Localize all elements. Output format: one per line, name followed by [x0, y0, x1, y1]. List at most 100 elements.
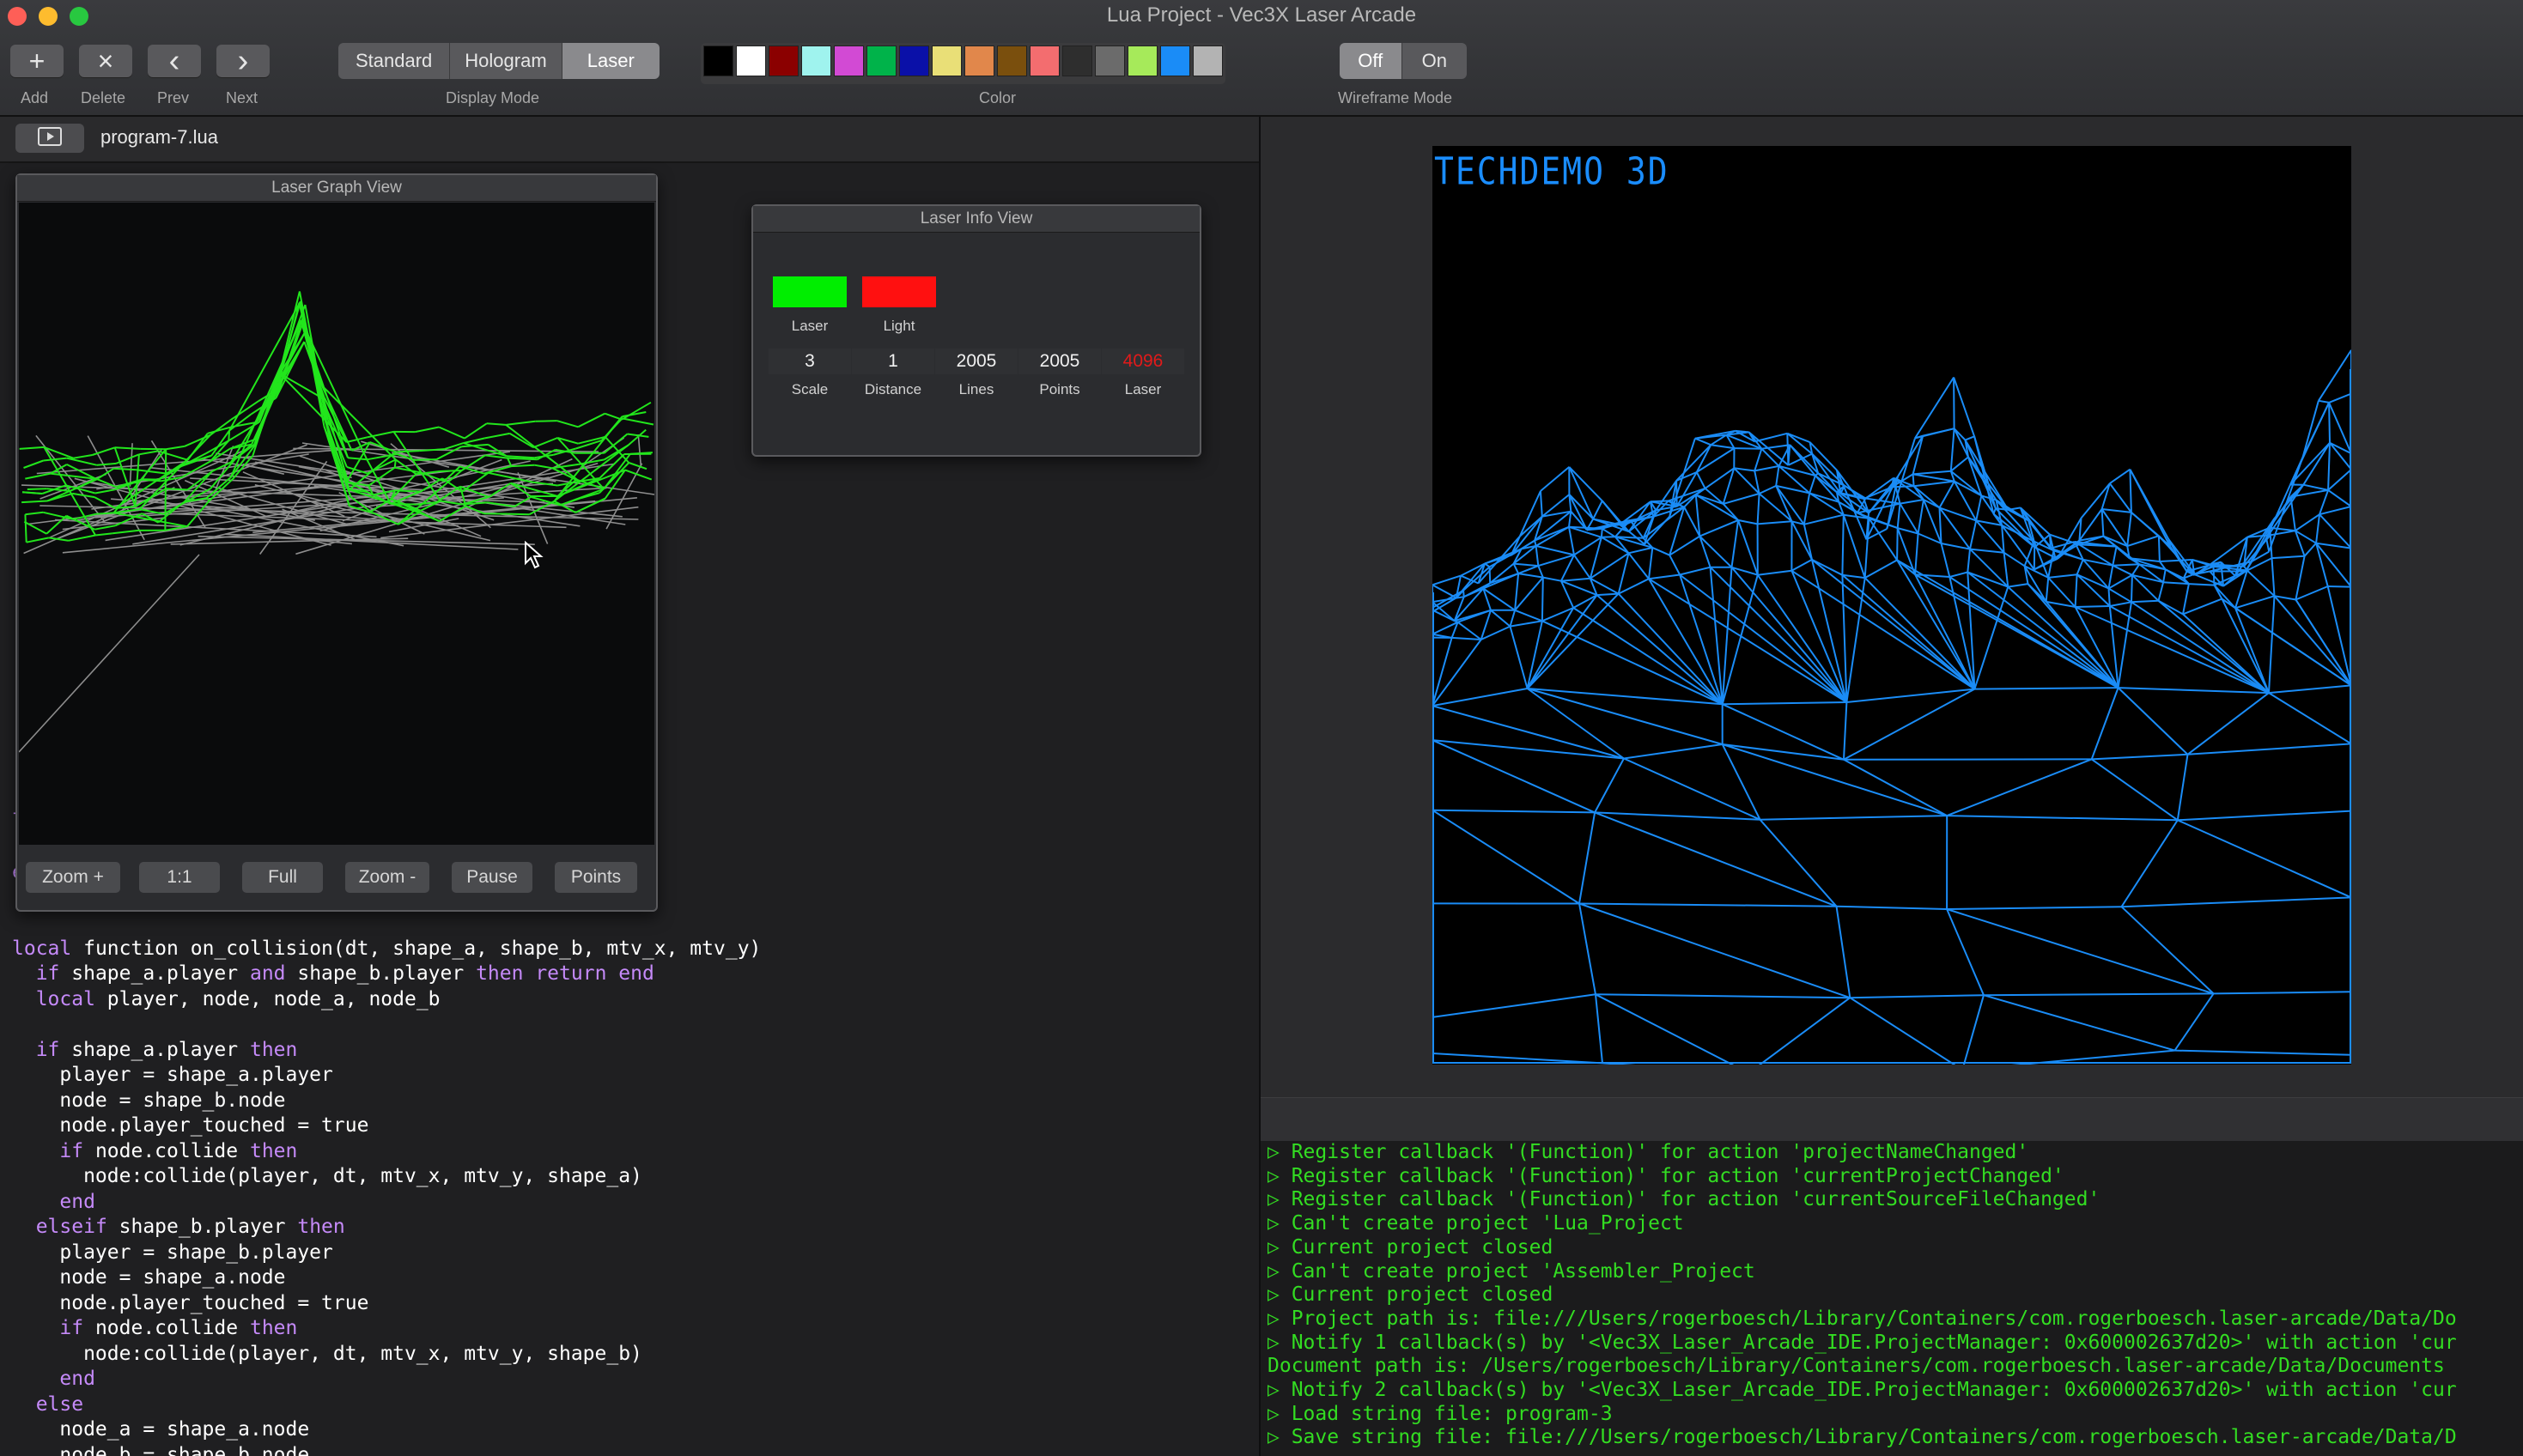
window-title: Lua Project - Vec3X Laser Arcade	[1106, 3, 1417, 27]
color-swatch[interactable]	[866, 46, 897, 76]
code-line: node.player_touched = true	[12, 1114, 1249, 1140]
terrain-segment	[1679, 566, 1711, 576]
color-swatch[interactable]	[1128, 46, 1158, 76]
color-swatch[interactable]	[834, 46, 864, 76]
points-button[interactable]: Points	[555, 862, 637, 893]
terrain-segment	[2126, 535, 2160, 548]
laser-graph-canvas[interactable]	[19, 203, 654, 845]
color-swatch[interactable]	[1030, 46, 1060, 76]
color-swatch[interactable]	[801, 46, 831, 76]
code-keyword: end	[59, 1190, 95, 1213]
laser-wire-segment	[390, 502, 417, 506]
code-text: node.player_touched = true	[12, 1291, 369, 1314]
terrain-segment	[2176, 754, 2189, 821]
terrain-segment	[2109, 601, 2132, 607]
terrain-segment	[1754, 464, 1779, 472]
color-swatch[interactable]	[1160, 46, 1190, 76]
color-swatch[interactable]	[1095, 46, 1125, 76]
code-line: node_a = shape_a.node	[12, 1418, 1249, 1444]
color-swatch[interactable]	[703, 46, 733, 76]
wireframe-off[interactable]: Off	[1340, 43, 1402, 79]
terrain-segment	[1754, 448, 1763, 471]
laser-info-view-title: Laser Info View	[753, 206, 1200, 233]
prev-button[interactable]: ‹	[148, 45, 201, 77]
prev-label: Prev	[157, 89, 190, 106]
laser-info-view[interactable]: Laser Info View Laser Light 3 Scale 1 Distan…	[751, 204, 1201, 457]
next-label: Next	[226, 89, 258, 106]
terrain-segment	[2007, 585, 2119, 689]
console-line: Document path is: /Users/rogerboesch/Lib…	[1268, 1355, 2445, 1378]
zoom-reset-button[interactable]: 1:1	[139, 862, 220, 893]
terrain-segment	[1675, 444, 1712, 482]
console-output[interactable]: ▷ Register callback '(Function)' for act…	[1261, 1141, 2523, 1456]
add-button[interactable]: +	[10, 45, 64, 77]
delete-button[interactable]: ×	[79, 45, 132, 77]
run-button[interactable]	[15, 124, 84, 153]
terrain-segment	[1758, 493, 1793, 523]
terrain-segment	[2109, 468, 2131, 484]
terrain-segment	[2075, 605, 2110, 608]
display-mode-laser[interactable]: Laser	[562, 43, 660, 79]
color-swatch[interactable]	[1062, 46, 1092, 76]
terrain-segment	[2319, 506, 2351, 516]
terrain-segment	[1841, 514, 1845, 575]
terrain-segment	[2213, 991, 2351, 995]
terrain-segment	[1912, 470, 1951, 476]
terrain-segment	[2295, 513, 2320, 532]
code-text: shape_b.player	[106, 1216, 298, 1238]
terrain-segment	[2315, 514, 2320, 543]
terrain-segment	[1896, 528, 1899, 561]
file-name[interactable]: program-7.lua	[100, 126, 218, 149]
laser-graph-plot	[19, 291, 654, 753]
zoom-in-button[interactable]: Zoom +	[26, 862, 120, 893]
wireframe-on[interactable]: On	[1401, 43, 1467, 79]
display-mode-standard[interactable]: Standard	[338, 43, 451, 79]
zoom-full-button[interactable]: Full	[242, 862, 323, 893]
terrain-segment	[1623, 743, 1723, 760]
code-line: elseif shape_b.player then	[12, 1216, 1249, 1241]
color-swatch[interactable]	[1193, 46, 1223, 76]
terrain-segment	[1760, 815, 1948, 821]
color-swatch[interactable]	[964, 46, 994, 76]
color-swatch[interactable]	[932, 46, 962, 76]
laser-wire-segment	[24, 514, 27, 543]
stat-lines: 2005 Lines	[935, 349, 1018, 398]
terrain-segment	[2268, 684, 2351, 695]
laser-wire-segment	[509, 433, 534, 449]
terrain-segment	[1462, 590, 1465, 598]
pause-button[interactable]: Pause	[452, 862, 532, 893]
zoom-out-button[interactable]: Zoom -	[345, 862, 429, 893]
code-keyword: if	[35, 1038, 60, 1061]
terrain-segment	[2289, 496, 2296, 531]
chevron-right-icon: ›	[237, 43, 249, 79]
code-text: node:collide(player, dt, mtv_x, mtv_y, s…	[12, 1165, 642, 1187]
console-lines: ▷ Register callback '(Function)' for act…	[1261, 1141, 2523, 1450]
laser-graph-view[interactable]: Laser Graph View Zoom + 1:1 Full Zoom - …	[15, 173, 658, 912]
terrain-segment	[1803, 493, 1811, 525]
color-swatch[interactable]	[769, 46, 799, 76]
terrain-segment	[1969, 520, 1978, 549]
terrain-segment	[2091, 758, 2179, 822]
color-swatch[interactable]	[997, 46, 1027, 76]
laser-wire-segment	[395, 450, 420, 453]
laser-wire-segment	[439, 470, 462, 472]
terrain-segment	[1946, 908, 2214, 995]
terrain-segment	[1917, 499, 1924, 534]
terrain-segment	[1578, 903, 1596, 995]
next-button[interactable]: ›	[216, 45, 270, 77]
terrain-segment	[2045, 601, 2119, 689]
display-mode-segmented-control: Standard Hologram Laser	[338, 43, 660, 79]
terrain-segment	[1651, 546, 1670, 556]
terrain-segment	[2107, 587, 2132, 604]
color-swatch[interactable]	[899, 46, 929, 76]
color-label: Color	[979, 89, 1017, 106]
display-mode-hologram[interactable]: Hologram	[450, 43, 562, 79]
terrain-segment	[1535, 545, 1540, 567]
color-swatch[interactable]	[736, 46, 766, 76]
laser-wire-segment	[21, 491, 43, 494]
code-text: node_b = shape_b.node	[12, 1443, 310, 1456]
terrain-segment	[2131, 574, 2133, 603]
terrain-segment	[1940, 543, 1951, 578]
terrain-segment	[2112, 564, 2133, 576]
terrain-segment	[1900, 499, 1924, 505]
